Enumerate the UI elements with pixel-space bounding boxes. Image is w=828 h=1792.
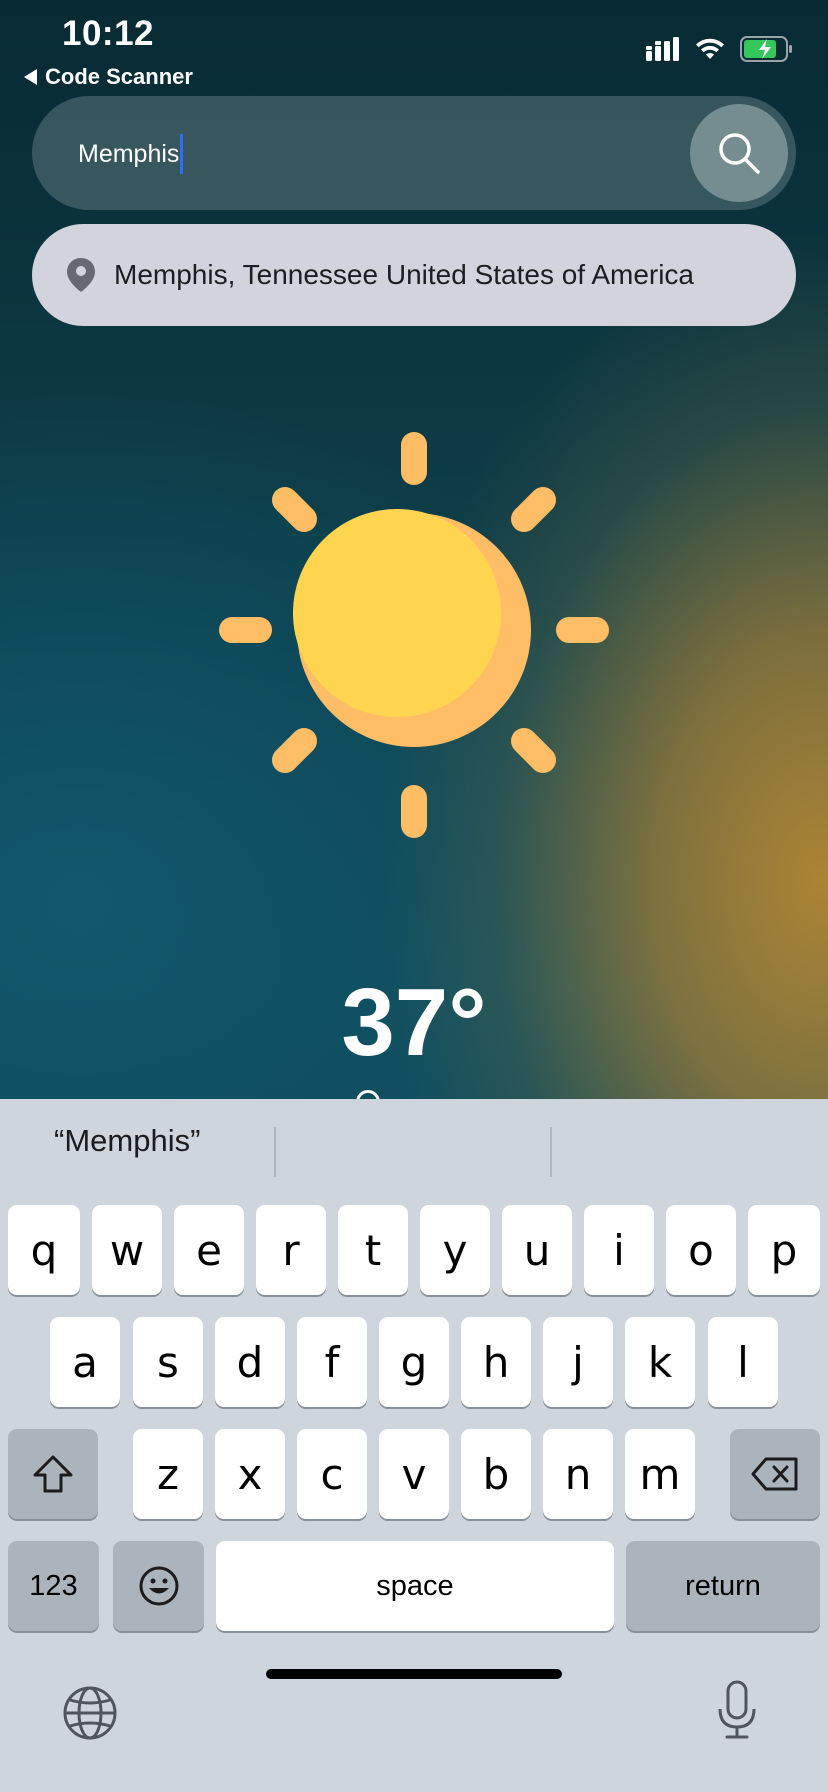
text-caret <box>180 134 184 174</box>
shift-key[interactable] <box>8 1429 98 1519</box>
numbers-key[interactable]: 123 <box>8 1541 99 1631</box>
key-c[interactable]: c <box>297 1429 367 1519</box>
key-n[interactable]: n <box>543 1429 613 1519</box>
cellular-signal-icon <box>646 37 679 61</box>
wifi-icon <box>696 38 724 59</box>
prediction-bar: “Memphis” <box>0 1099 828 1195</box>
key-i[interactable]: i <box>584 1205 654 1295</box>
key-g[interactable]: g <box>379 1317 449 1407</box>
key-u[interactable]: u <box>502 1205 572 1295</box>
key-p[interactable]: p <box>748 1205 820 1295</box>
prediction-divider <box>274 1127 276 1177</box>
delete-icon <box>751 1457 798 1491</box>
location-pin-icon <box>67 258 95 292</box>
temperature: 37° <box>341 969 487 1076</box>
key-z[interactable]: z <box>133 1429 203 1519</box>
key-y[interactable]: y <box>420 1205 490 1295</box>
key-r[interactable]: r <box>256 1205 326 1295</box>
prediction-divider <box>550 1127 552 1177</box>
key-q[interactable]: q <box>8 1205 80 1295</box>
key-a[interactable]: a <box>50 1317 120 1407</box>
sun-icon <box>219 432 609 838</box>
globe-icon[interactable] <box>62 1685 118 1741</box>
emoji-key[interactable] <box>113 1541 204 1631</box>
battery-charging-icon <box>740 36 792 62</box>
key-k[interactable]: k <box>625 1317 695 1407</box>
microphone-icon[interactable] <box>716 1679 758 1741</box>
return-key[interactable]: return <box>626 1541 820 1631</box>
space-key[interactable]: space <box>216 1541 614 1631</box>
status-time: 10:12 <box>62 14 155 53</box>
key-o[interactable]: o <box>666 1205 736 1295</box>
key-m[interactable]: m <box>625 1429 695 1519</box>
key-f[interactable]: f <box>297 1317 367 1407</box>
key-j[interactable]: j <box>543 1317 613 1407</box>
key-l[interactable]: l <box>708 1317 778 1407</box>
key-s[interactable]: s <box>133 1317 203 1407</box>
suggestion-text: Memphis, Tennessee United States of Amer… <box>114 259 695 290</box>
search-input[interactable]: Memphis <box>78 134 184 174</box>
back-label: Code Scanner <box>45 64 193 89</box>
status-icons <box>646 36 794 62</box>
key-v[interactable]: v <box>379 1429 449 1519</box>
key-x[interactable]: x <box>215 1429 285 1519</box>
delete-key[interactable] <box>730 1429 820 1519</box>
search-bar: Memphis <box>32 96 796 210</box>
key-e[interactable]: e <box>174 1205 244 1295</box>
app-screen: 10:12 Code Scanner Memphis Memphis, Tenn… <box>0 0 828 1792</box>
emoji-icon <box>139 1566 178 1606</box>
key-h[interactable]: h <box>461 1317 531 1407</box>
search-icon <box>719 133 760 174</box>
home-indicator[interactable] <box>266 1669 562 1679</box>
back-to-app-button[interactable]: Code Scanner <box>24 64 193 90</box>
location-suggestion[interactable]: Memphis, Tennessee United States of Amer… <box>32 224 796 326</box>
keyboard: “Memphis” q w e r t y u i o p a s d f g … <box>0 1099 828 1792</box>
key-d[interactable]: d <box>215 1317 285 1407</box>
shift-icon <box>33 1455 73 1493</box>
key-w[interactable]: w <box>92 1205 162 1295</box>
prediction-1[interactable]: “Memphis” <box>54 1123 200 1159</box>
search-input-text: Memphis <box>78 139 180 168</box>
search-button[interactable] <box>690 104 788 202</box>
key-b[interactable]: b <box>461 1429 531 1519</box>
key-t[interactable]: t <box>338 1205 408 1295</box>
back-triangle-icon <box>24 69 37 85</box>
